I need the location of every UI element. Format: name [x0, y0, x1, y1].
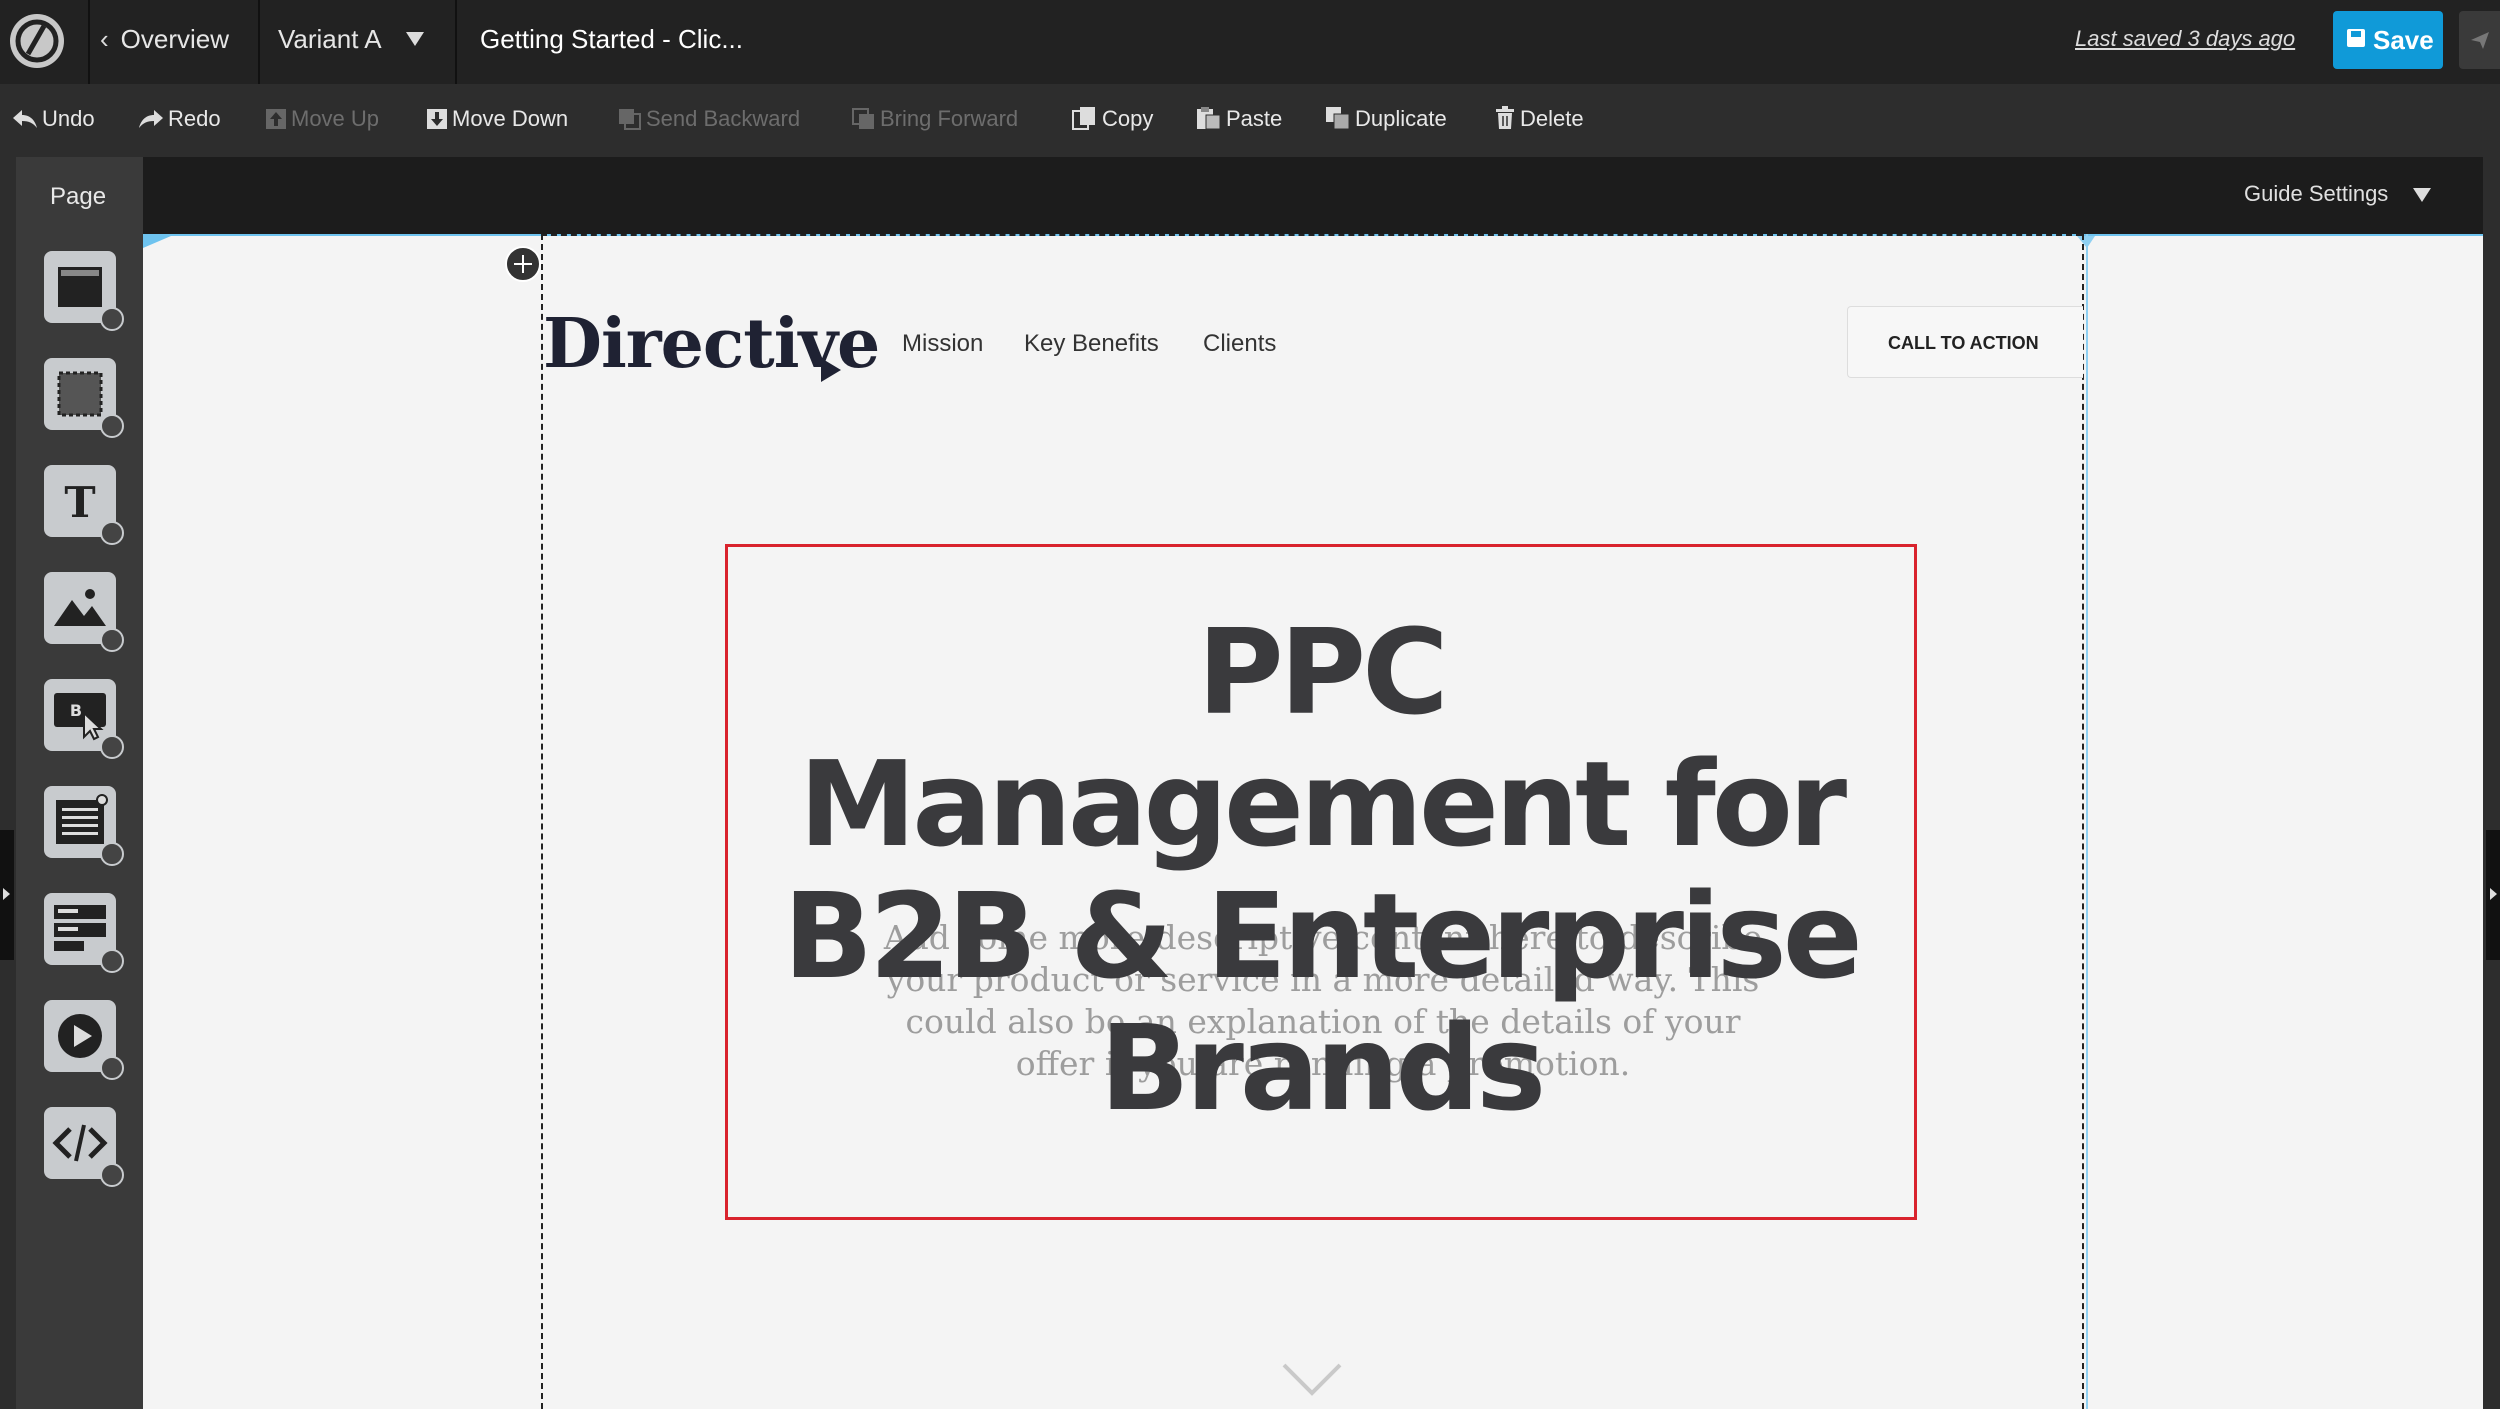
chevron-left-icon: ‹ [100, 24, 109, 54]
divider [88, 0, 90, 84]
badge-icon [100, 735, 124, 759]
publish-button[interactable] [2459, 11, 2500, 69]
paste-button[interactable]: Paste [1196, 106, 1282, 132]
badge-icon [100, 521, 124, 545]
save-button[interactable]: Save [2333, 11, 2443, 69]
box-widget-button[interactable] [44, 358, 124, 438]
caret-down-icon[interactable] [2413, 188, 2431, 202]
unbounce-logo-icon[interactable] [10, 14, 64, 68]
page-canvas[interactable]: Directive Mission Key Benefits Clients C… [143, 234, 2483, 1409]
corner-marker-icon [143, 236, 171, 248]
move-handle-icon[interactable] [505, 246, 541, 282]
copy-button[interactable]: Copy [1072, 106, 1153, 132]
nav-item-mission[interactable]: Mission [902, 330, 983, 358]
move-down-button[interactable]: Move Down [426, 106, 568, 132]
hero-title-line: Management for [798, 735, 1847, 873]
top-bar: ‹ Overview Variant A Getting Started - Cl… [0, 0, 2500, 84]
overview-link[interactable]: ‹ Overview [100, 24, 229, 55]
social-widget-button[interactable] [44, 893, 124, 973]
badge-icon [100, 414, 124, 438]
left-panel-toggle[interactable] [0, 830, 14, 960]
hero-title-line: PPC [1197, 603, 1449, 741]
bring-forward-button[interactable]: Bring Forward [852, 106, 1018, 132]
svg-text:B: B [70, 701, 82, 720]
svg-text:T: T [64, 478, 95, 527]
bring-forward-icon [852, 108, 874, 129]
section-top-guide [541, 234, 2082, 236]
nav-item-clients[interactable]: Clients [1203, 330, 1276, 358]
move-down-icon [427, 109, 447, 129]
right-blue-guide [2086, 234, 2088, 1409]
move-up-button[interactable]: Move Up [265, 106, 379, 132]
redo-icon [139, 110, 163, 128]
paste-icon [1197, 107, 1221, 130]
section-widget-button[interactable] [44, 251, 124, 331]
send-backward-icon [619, 109, 641, 130]
page-tab[interactable]: Page [16, 157, 143, 237]
edit-toolbar: Undo Redo Move Up Move Down Send Backwar… [0, 84, 2500, 154]
guide-settings-dropdown[interactable]: Guide Settings [2244, 181, 2388, 207]
form-widget-button[interactable] [44, 786, 124, 866]
duplicate-button[interactable]: Duplicate [1325, 106, 1447, 132]
floppy-disk-icon [2347, 29, 2365, 47]
badge-icon [100, 842, 124, 866]
undo-icon [13, 110, 37, 128]
hero-title[interactable]: PPC Management for B2B & Enterprise Bran… [728, 606, 1914, 1134]
undo-button[interactable]: Undo [12, 106, 95, 132]
brand-arrow-icon [821, 358, 841, 382]
badge-icon [100, 1056, 124, 1080]
divider [258, 0, 260, 84]
move-up-icon [266, 109, 286, 129]
chevron-down-icon[interactable] [1281, 1362, 1343, 1398]
last-saved-link[interactable]: Last saved 3 days ago [2075, 26, 2295, 52]
guide-strip [143, 157, 2483, 234]
duplicate-icon [1326, 107, 1350, 130]
right-panel-toggle[interactable] [2486, 830, 2500, 960]
image-widget-button[interactable] [44, 572, 124, 652]
left-content-guide[interactable] [541, 234, 543, 1409]
video-widget-button[interactable] [44, 1000, 124, 1080]
caret-down-icon[interactable] [406, 32, 424, 46]
variant-selector[interactable]: Variant A [278, 24, 382, 55]
send-backward-button[interactable]: Send Backward [618, 106, 800, 132]
hero-title-line: Brands [1099, 999, 1546, 1137]
badge-icon [100, 949, 124, 973]
nav-item-key-benefits[interactable]: Key Benefits [1024, 330, 1159, 358]
right-content-guide[interactable] [2082, 234, 2084, 1409]
widget-rail: T B [16, 237, 143, 1409]
page-name[interactable]: Getting Started - Clic... [480, 24, 743, 55]
button-widget-button[interactable]: B [44, 679, 124, 759]
call-to-action-button[interactable]: CALL TO ACTION [1847, 306, 2083, 378]
badge-icon [100, 307, 124, 331]
custom-html-widget-button[interactable] [44, 1107, 124, 1187]
copy-icon [1072, 107, 1095, 130]
trash-icon [1496, 106, 1514, 129]
text-widget-button[interactable]: T [44, 465, 124, 545]
paper-plane-icon [2471, 32, 2489, 49]
divider [455, 0, 457, 84]
badge-icon [100, 1163, 124, 1187]
badge-icon [100, 628, 124, 652]
delete-button[interactable]: Delete [1494, 106, 1584, 132]
redo-button[interactable]: Redo [138, 106, 221, 132]
hero-title-line: B2B & Enterprise [783, 867, 1863, 1005]
